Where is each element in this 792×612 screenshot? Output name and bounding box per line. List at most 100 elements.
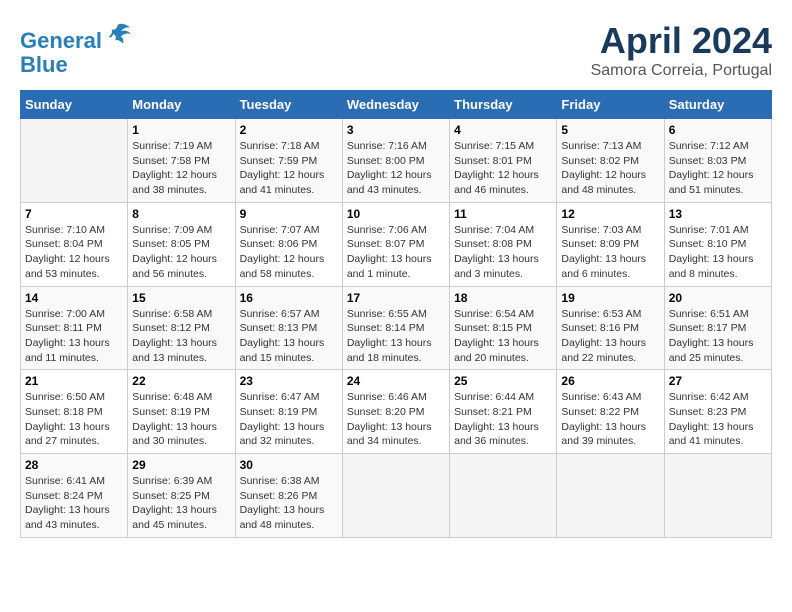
- column-header-sunday: Sunday: [21, 91, 128, 119]
- day-number: 1: [132, 123, 230, 137]
- day-number: 19: [561, 291, 659, 305]
- calendar-cell: 13 Sunrise: 7:01 AMSunset: 8:10 PMDayligh…: [664, 202, 771, 286]
- day-number: 14: [25, 291, 123, 305]
- day-number: 13: [669, 207, 767, 221]
- day-number: 25: [454, 374, 552, 388]
- day-info: Sunrise: 7:07 AMSunset: 8:06 PMDaylight:…: [240, 223, 338, 282]
- header: General Blue April 2024 Samora Correia, …: [20, 20, 772, 80]
- day-info: Sunrise: 7:19 AMSunset: 7:58 PMDaylight:…: [132, 139, 230, 198]
- calendar-cell: 8Sunrise: 7:09 AMSunset: 8:05 PMDaylight…: [128, 202, 235, 286]
- day-number: 28: [25, 458, 123, 472]
- day-info: Sunrise: 7:18 AMSunset: 7:59 PMDaylight:…: [240, 139, 338, 198]
- calendar-cell: [342, 454, 449, 538]
- day-number: 15: [132, 291, 230, 305]
- calendar-cell: 18 Sunrise: 6:54 AMSunset: 8:15 PMDayligh…: [450, 286, 557, 370]
- day-info: Sunrise: 6:39 AMSunset: 8:25 PMDaylight:…: [132, 474, 230, 533]
- calendar-cell: 9Sunrise: 7:07 AMSunset: 8:06 PMDaylight…: [235, 202, 342, 286]
- day-number: 12: [561, 207, 659, 221]
- title-area: April 2024 Samora Correia, Portugal: [591, 20, 772, 80]
- calendar-cell: 4 Sunrise: 7:15 AMSunset: 8:01 PMDaylight…: [450, 119, 557, 203]
- day-number: 18: [454, 291, 552, 305]
- day-number: 24: [347, 374, 445, 388]
- calendar-cell: 5 Sunrise: 7:13 AMSunset: 8:02 PMDaylight…: [557, 119, 664, 203]
- day-info: Sunrise: 6:53 AMSunset: 8:16 PMDaylight:…: [561, 307, 659, 366]
- day-number: 29: [132, 458, 230, 472]
- day-number: 5: [561, 123, 659, 137]
- logo-line2: Blue: [20, 53, 132, 77]
- calendar-week-5: 28 Sunrise: 6:41 AMSunset: 8:24 PMDayligh…: [21, 454, 772, 538]
- column-header-monday: Monday: [128, 91, 235, 119]
- day-info: Sunrise: 7:04 AMSunset: 8:08 PMDaylight:…: [454, 223, 552, 282]
- day-info: Sunrise: 7:00 AMSunset: 8:11 PMDaylight:…: [25, 307, 123, 366]
- day-info: Sunrise: 6:47 AMSunset: 8:19 PMDaylight:…: [240, 390, 338, 449]
- day-number: 17: [347, 291, 445, 305]
- logo-bird-icon: [104, 20, 132, 48]
- calendar-cell: 3 Sunrise: 7:16 AMSunset: 8:00 PMDaylight…: [342, 119, 449, 203]
- calendar-cell: 16 Sunrise: 6:57 AMSunset: 8:13 PMDayligh…: [235, 286, 342, 370]
- day-number: 26: [561, 374, 659, 388]
- calendar-cell: 19 Sunrise: 6:53 AMSunset: 8:16 PMDayligh…: [557, 286, 664, 370]
- calendar-cell: [557, 454, 664, 538]
- calendar-cell: [450, 454, 557, 538]
- day-info: Sunrise: 7:09 AMSunset: 8:05 PMDaylight:…: [132, 223, 230, 282]
- calendar-cell: 12Sunrise: 7:03 AMSunset: 8:09 PMDayligh…: [557, 202, 664, 286]
- calendar-week-4: 21 Sunrise: 6:50 AMSunset: 8:18 PMDayligh…: [21, 370, 772, 454]
- calendar-cell: 29 Sunrise: 6:39 AMSunset: 8:25 PMDayligh…: [128, 454, 235, 538]
- calendar-cell: 23 Sunrise: 6:47 AMSunset: 8:19 PMDayligh…: [235, 370, 342, 454]
- day-info: Sunrise: 6:41 AMSunset: 8:24 PMDaylight:…: [25, 474, 123, 533]
- calendar-cell: 27 Sunrise: 6:42 AMSunset: 8:23 PMDayligh…: [664, 370, 771, 454]
- day-info: Sunrise: 7:16 AMSunset: 8:00 PMDaylight:…: [347, 139, 445, 198]
- day-info: Sunrise: 6:46 AMSunset: 8:20 PMDaylight:…: [347, 390, 445, 449]
- calendar-cell: 21 Sunrise: 6:50 AMSunset: 8:18 PMDayligh…: [21, 370, 128, 454]
- logo-text: General: [20, 20, 132, 53]
- column-header-friday: Friday: [557, 91, 664, 119]
- day-info: Sunrise: 7:15 AMSunset: 8:01 PMDaylight:…: [454, 139, 552, 198]
- day-number: 20: [669, 291, 767, 305]
- day-info: Sunrise: 7:10 AMSunset: 8:04 PMDaylight:…: [25, 223, 123, 282]
- day-number: 11: [454, 207, 552, 221]
- calendar-week-3: 14 Sunrise: 7:00 AMSunset: 8:11 PMDayligh…: [21, 286, 772, 370]
- calendar-cell: 22 Sunrise: 6:48 AMSunset: 8:19 PMDayligh…: [128, 370, 235, 454]
- calendar-cell: 10Sunrise: 7:06 AMSunset: 8:07 PMDayligh…: [342, 202, 449, 286]
- calendar-cell: 30 Sunrise: 6:38 AMSunset: 8:26 PMDayligh…: [235, 454, 342, 538]
- logo-line1: General: [20, 28, 102, 53]
- logo: General Blue: [20, 20, 132, 77]
- day-info: Sunrise: 6:44 AMSunset: 8:21 PMDaylight:…: [454, 390, 552, 449]
- calendar-week-1: 1 Sunrise: 7:19 AMSunset: 7:58 PMDaylight…: [21, 119, 772, 203]
- column-header-saturday: Saturday: [664, 91, 771, 119]
- day-number: 2: [240, 123, 338, 137]
- day-info: Sunrise: 6:50 AMSunset: 8:18 PMDaylight:…: [25, 390, 123, 449]
- day-info: Sunrise: 6:54 AMSunset: 8:15 PMDaylight:…: [454, 307, 552, 366]
- day-info: Sunrise: 6:48 AMSunset: 8:19 PMDaylight:…: [132, 390, 230, 449]
- day-info: Sunrise: 6:42 AMSunset: 8:23 PMDaylight:…: [669, 390, 767, 449]
- day-number: 7: [25, 207, 123, 221]
- day-number: 22: [132, 374, 230, 388]
- calendar-cell: 7 Sunrise: 7:10 AMSunset: 8:04 PMDaylight…: [21, 202, 128, 286]
- day-info: Sunrise: 6:38 AMSunset: 8:26 PMDaylight:…: [240, 474, 338, 533]
- day-number: 27: [669, 374, 767, 388]
- day-number: 3: [347, 123, 445, 137]
- day-number: 6: [669, 123, 767, 137]
- column-header-thursday: Thursday: [450, 91, 557, 119]
- day-number: 30: [240, 458, 338, 472]
- calendar-cell: [664, 454, 771, 538]
- day-info: Sunrise: 7:13 AMSunset: 8:02 PMDaylight:…: [561, 139, 659, 198]
- calendar-cell: 26Sunrise: 6:43 AMSunset: 8:22 PMDayligh…: [557, 370, 664, 454]
- day-info: Sunrise: 7:12 AMSunset: 8:03 PMDaylight:…: [669, 139, 767, 198]
- day-info: Sunrise: 7:01 AMSunset: 8:10 PMDaylight:…: [669, 223, 767, 282]
- day-info: Sunrise: 6:57 AMSunset: 8:13 PMDaylight:…: [240, 307, 338, 366]
- day-number: 21: [25, 374, 123, 388]
- calendar-cell: 11 Sunrise: 7:04 AMSunset: 8:08 PMDayligh…: [450, 202, 557, 286]
- day-info: Sunrise: 7:06 AMSunset: 8:07 PMDaylight:…: [347, 223, 445, 282]
- calendar-cell: 24 Sunrise: 6:46 AMSunset: 8:20 PMDayligh…: [342, 370, 449, 454]
- calendar-cell: 28 Sunrise: 6:41 AMSunset: 8:24 PMDayligh…: [21, 454, 128, 538]
- calendar-cell: 14 Sunrise: 7:00 AMSunset: 8:11 PMDayligh…: [21, 286, 128, 370]
- calendar-cell: 17Sunrise: 6:55 AMSunset: 8:14 PMDayligh…: [342, 286, 449, 370]
- main-title: April 2024: [591, 20, 772, 62]
- day-number: 16: [240, 291, 338, 305]
- day-number: 23: [240, 374, 338, 388]
- day-number: 4: [454, 123, 552, 137]
- calendar-cell: 2 Sunrise: 7:18 AMSunset: 7:59 PMDaylight…: [235, 119, 342, 203]
- calendar-cell: 1 Sunrise: 7:19 AMSunset: 7:58 PMDaylight…: [128, 119, 235, 203]
- day-info: Sunrise: 6:58 AMSunset: 8:12 PMDaylight:…: [132, 307, 230, 366]
